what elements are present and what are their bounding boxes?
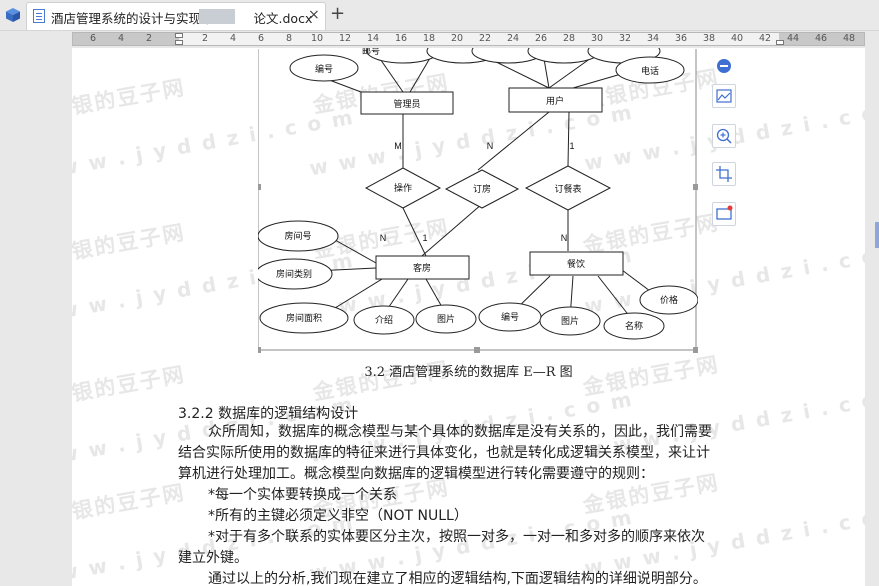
first-line-indent-marker[interactable] <box>175 33 183 38</box>
crop-icon <box>716 166 732 182</box>
document-tab[interactable]: 酒店管理系统的设计与实现毕 论文.docx × <box>26 2 326 30</box>
figure-caption: 3.2 酒店管理系统的数据库 E—R 图 <box>364 365 573 380</box>
paragraph-line: *对于有多个联系的实体要区分主次，按照一对多，一对一和多对多的顺序来依次 <box>208 529 705 545</box>
ruler-tick: 24 <box>506 33 520 44</box>
attribute-label: 图片 <box>561 315 579 326</box>
ruler-tick: 12 <box>338 33 352 44</box>
tab-bar: 酒店管理系统的设计与实现毕 论文.docx × + <box>0 0 879 31</box>
attribute-label: 电话 <box>641 65 659 76</box>
attribute-label: 名称 <box>625 320 643 331</box>
paragraph-line: *所有的主键必须定义非空（NOT NULL） <box>208 508 468 524</box>
partial-attribute-label: 邮号 <box>362 48 380 56</box>
ruler-tick: 30 <box>590 33 604 44</box>
ruler-tick: 26 <box>534 33 548 44</box>
ruler-tick: 48 <box>842 33 856 44</box>
entity-label: 管理员 <box>393 98 420 109</box>
side-panel-edge[interactable] <box>875 222 879 248</box>
document-icon <box>33 9 45 23</box>
section-heading: 3.2.2 数据库的逻辑结构设计 <box>178 406 359 422</box>
paragraph-line: 算机进行处理加工。概念模型向数据库的逻辑模型进行转化需要遵守的规则： <box>178 466 654 482</box>
attribute-label: 图片 <box>437 313 455 324</box>
cardinality-label: 1 <box>569 141 574 151</box>
ruler-tick: 42 <box>758 33 772 44</box>
attribute-label: 编号 <box>501 311 519 322</box>
relationship-label: 操作 <box>394 182 412 193</box>
ruler-tick: 32 <box>618 33 632 44</box>
cardinality-label: N <box>487 141 494 151</box>
ruler-tick: 2 <box>201 33 209 44</box>
attribute-label: 房间类别 <box>276 268 312 279</box>
watermark-text: 金银的豆子网 <box>72 220 188 268</box>
horizontal-ruler[interactable]: 6 4 2 2 4 6 8 10 12 14 16 18 20 22 24 26… <box>72 32 865 46</box>
right-indent-marker[interactable] <box>776 40 784 45</box>
entity-label: 用户 <box>546 95 564 106</box>
image-resize-handle[interactable] <box>258 184 261 190</box>
attribute-label: 介绍 <box>375 314 393 325</box>
image-layout-icon <box>716 89 732 103</box>
collapse-minus-icon[interactable] <box>716 58 732 74</box>
watermark-text: 金银的豆子网 <box>72 480 188 528</box>
zoom-in-icon <box>716 128 732 144</box>
er-diagram-image[interactable]: 邮号 编号 电话 管理员 用户 操作 订房 订餐表 客房 餐饮 房间号 房间类别… <box>258 48 698 354</box>
app-cube-icon[interactable] <box>5 7 21 23</box>
ruler-tick: 40 <box>730 33 744 44</box>
ruler-tick: 16 <box>394 33 408 44</box>
layout-options-button[interactable] <box>712 84 736 108</box>
entity-label: 餐饮 <box>567 258 585 269</box>
paragraph-line: 结合实际所使用的数据库的特征来进行具体变化，也就是转化成逻辑关系模型，来让计 <box>178 445 710 461</box>
ruler-tick: 18 <box>422 33 436 44</box>
entity-label: 客房 <box>413 262 431 273</box>
attribute-label: 房间号 <box>284 230 311 241</box>
new-tab-button[interactable]: + <box>330 3 345 24</box>
relationship-label: 订餐表 <box>554 183 581 194</box>
cardinality-label: N <box>561 233 568 243</box>
attribute-label: 房间面积 <box>286 312 322 323</box>
ruler-tick: 4 <box>117 33 125 44</box>
ruler-tick: 28 <box>562 33 576 44</box>
paragraph-line: 建立外键。 <box>178 550 248 566</box>
redacted-region <box>199 9 235 24</box>
image-resize-handle[interactable] <box>474 347 480 353</box>
attribute-label: 编号 <box>315 63 333 74</box>
cardinality-label: 1 <box>422 233 427 243</box>
ruler-tick: 36 <box>674 33 688 44</box>
paragraph-line: 通过以上的分析,我们现在建立了相应的逻辑结构,下面逻辑结构的详细说明部分。 <box>208 571 707 586</box>
cardinality-label: M <box>394 141 402 151</box>
ruler-tick: 46 <box>814 33 828 44</box>
left-indent-marker[interactable] <box>175 40 183 45</box>
ruler-tick: 6 <box>89 33 97 44</box>
document-page[interactable]: 金银的豆子网 金银的豆子网 金银的豆子网 w w w . j y d d z i… <box>72 48 865 586</box>
ruler-tick: 6 <box>257 33 265 44</box>
ruler-tick: 20 <box>450 33 464 44</box>
attribute-label: 价格 <box>660 294 678 305</box>
zoom-in-button[interactable] <box>712 124 736 148</box>
image-frame-icon <box>716 205 733 220</box>
cardinality-label: N <box>380 233 387 243</box>
paragraph-line: 众所周知，数据库的概念模型与某个具体的数据库是没有关系的，因此，我们需要 <box>208 424 712 440</box>
relationship-label: 订房 <box>473 183 491 194</box>
ruler-tick: 22 <box>478 33 492 44</box>
ruler-tick: 34 <box>646 33 660 44</box>
image-resize-handle[interactable] <box>693 347 698 353</box>
image-resize-handle[interactable] <box>693 184 698 190</box>
image-frame-button[interactable] <box>712 202 736 226</box>
ruler-tick: 8 <box>285 33 293 44</box>
ruler-tick: 2 <box>145 33 153 44</box>
ruler-tick: 38 <box>702 33 716 44</box>
image-resize-handle[interactable] <box>258 347 261 353</box>
ruler-tick: 4 <box>229 33 237 44</box>
ruler-tick: 14 <box>366 33 380 44</box>
watermark-text: 金银的豆子网 <box>72 75 188 123</box>
close-tab-icon[interactable]: × <box>308 7 320 23</box>
paragraph-line: *每一个实体要转换成一个关系 <box>208 487 397 503</box>
ruler-tick: 10 <box>310 33 324 44</box>
tab-title: 酒店管理系统的设计与实现毕 论文.docx <box>51 11 313 26</box>
crop-button[interactable] <box>712 162 736 186</box>
ruler-tick: 44 <box>786 33 800 44</box>
